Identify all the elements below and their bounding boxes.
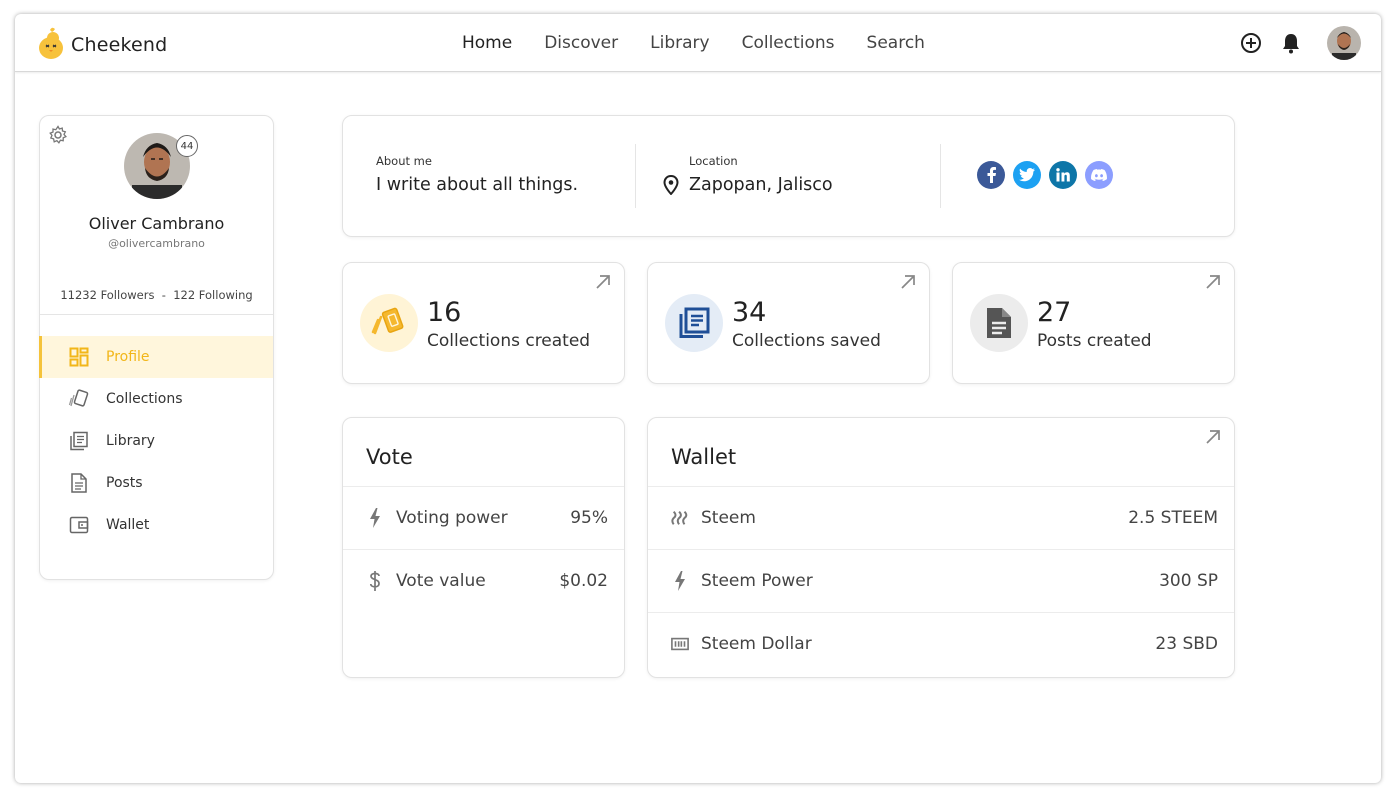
vote-title: Vote <box>366 445 413 469</box>
row-label: Steem <box>701 508 756 528</box>
follow-stats[interactable]: 11232 Followers - 122 Following <box>40 288 273 302</box>
document-icon <box>68 472 90 494</box>
gear-icon[interactable] <box>48 125 68 149</box>
facebook-icon[interactable] <box>977 161 1005 189</box>
bolt-icon <box>671 570 689 592</box>
row-label: Steem Power <box>701 571 813 591</box>
sidebar-item-label: Library <box>106 433 155 449</box>
profile-card: 44 Oliver Cambrano @olivercambrano 11232… <box>39 115 274 580</box>
nav-library[interactable]: Library <box>650 33 709 53</box>
cards-icon <box>68 388 90 410</box>
stat-label: Collections created <box>427 331 591 351</box>
library-icon <box>665 294 723 352</box>
user-avatar[interactable] <box>1327 26 1361 60</box>
arrow-up-right-icon[interactable] <box>899 273 917 295</box>
sidebar-item-library[interactable]: Library <box>40 420 273 462</box>
sidebar-menu: Profile Collections Library Posts Wallet <box>39 336 273 546</box>
level-badge: 44 <box>176 135 198 157</box>
wallet-title: Wallet <box>671 445 737 469</box>
nav-search[interactable]: Search <box>867 33 925 53</box>
wallet-icon <box>68 514 90 536</box>
sidebar-item-posts[interactable]: Posts <box>40 462 273 504</box>
about-card: About me I write about all things. Locat… <box>342 115 1235 237</box>
banknote-icon <box>671 633 689 655</box>
sidebar-item-collections[interactable]: Collections <box>40 378 273 420</box>
stat-value: 27 <box>1037 297 1072 328</box>
top-actions <box>1239 26 1361 60</box>
stat-label: Posts created <box>1037 331 1152 351</box>
bolt-icon <box>366 507 384 529</box>
steem-power-row: Steem Power 300 SP <box>648 549 1234 612</box>
dollar-icon <box>366 570 384 592</box>
plus-circle-icon[interactable] <box>1239 31 1263 55</box>
sidebar-item-profile[interactable]: Profile <box>39 336 273 378</box>
row-value: $0.02 <box>559 571 608 591</box>
top-navbar: Cheekend Home Discover Library Collectio… <box>15 14 1381 72</box>
nav-discover[interactable]: Discover <box>544 33 618 53</box>
stat-label: Collections saved <box>732 331 881 351</box>
stat-value: 34 <box>732 297 767 328</box>
social-links <box>977 161 1113 189</box>
vote-panel: Vote Voting power 95% Vote value $0.02 <box>342 417 625 678</box>
stat-card-collections-saved[interactable]: 34 Collections saved <box>647 262 930 384</box>
about-me-value: I write about all things. <box>376 175 579 195</box>
vote-rows: Voting power 95% Vote value $0.02 <box>343 486 624 612</box>
profile-handle: @olivercambrano <box>108 237 205 250</box>
location-section: Location Zapopan, Jalisco <box>663 154 833 195</box>
main-nav: Home Discover Library Collections Search <box>462 33 925 53</box>
location-label: Location <box>689 154 738 168</box>
wallet-panel: Wallet Steem 2.5 STEEM Steem Power 300 S… <box>647 417 1235 678</box>
bell-icon[interactable] <box>1279 31 1303 55</box>
steem-dollar-row: Steem Dollar 23 SBD <box>648 612 1234 675</box>
stat-card-collections-created[interactable]: 16 Collections created <box>342 262 625 384</box>
arrow-up-right-icon[interactable] <box>1204 273 1222 295</box>
discord-icon[interactable] <box>1085 161 1113 189</box>
library-icon <box>68 430 90 452</box>
profile-name: Oliver Cambrano <box>88 214 225 233</box>
row-label: Steem Dollar <box>701 634 812 654</box>
row-label: Vote value <box>396 571 486 591</box>
linkedin-icon[interactable] <box>1049 161 1077 189</box>
row-value: 23 SBD <box>1155 634 1218 654</box>
cards-icon <box>360 294 418 352</box>
vote-value-row: Vote value $0.02 <box>343 549 624 612</box>
dashboard-icon <box>68 346 90 368</box>
voting-power-row: Voting power 95% <box>343 486 624 549</box>
divider <box>40 314 273 315</box>
arrow-up-right-icon[interactable] <box>1204 428 1222 450</box>
divider <box>635 144 636 208</box>
stat-value: 16 <box>427 297 462 328</box>
sidebar-item-label: Collections <box>106 391 183 407</box>
location-row: Zapopan, Jalisco <box>663 175 833 195</box>
nav-home[interactable]: Home <box>462 33 512 53</box>
brand[interactable]: Cheekend <box>37 26 167 64</box>
nav-collections[interactable]: Collections <box>742 33 835 53</box>
divider <box>940 144 941 208</box>
wallet-rows: Steem 2.5 STEEM Steem Power 300 SP Steem… <box>648 486 1234 675</box>
brand-name: Cheekend <box>71 34 168 56</box>
sidebar-item-label: Profile <box>106 349 150 365</box>
about-me-label: About me <box>376 154 432 168</box>
stat-card-posts-created[interactable]: 27 Posts created <box>952 262 1235 384</box>
row-value: 300 SP <box>1159 571 1218 591</box>
sidebar-item-label: Wallet <box>106 517 150 533</box>
sidebar-item-label: Posts <box>106 475 143 491</box>
sidebar-item-wallet[interactable]: Wallet <box>40 504 273 546</box>
about-me-section: About me I write about all things. <box>376 154 578 195</box>
steem-icon <box>671 507 689 529</box>
arrow-up-right-icon[interactable] <box>594 273 612 295</box>
location-value: Zapopan, Jalisco <box>689 175 833 195</box>
document-icon <box>970 294 1028 352</box>
row-value: 95% <box>570 508 608 528</box>
map-pin-icon <box>663 175 679 195</box>
steem-row: Steem 2.5 STEEM <box>648 486 1234 549</box>
twitter-icon[interactable] <box>1013 161 1041 189</box>
chick-logo-icon <box>37 26 65 64</box>
app-window: Cheekend Home Discover Library Collectio… <box>15 14 1381 783</box>
row-label: Voting power <box>396 508 508 528</box>
row-value: 2.5 STEEM <box>1128 508 1218 528</box>
